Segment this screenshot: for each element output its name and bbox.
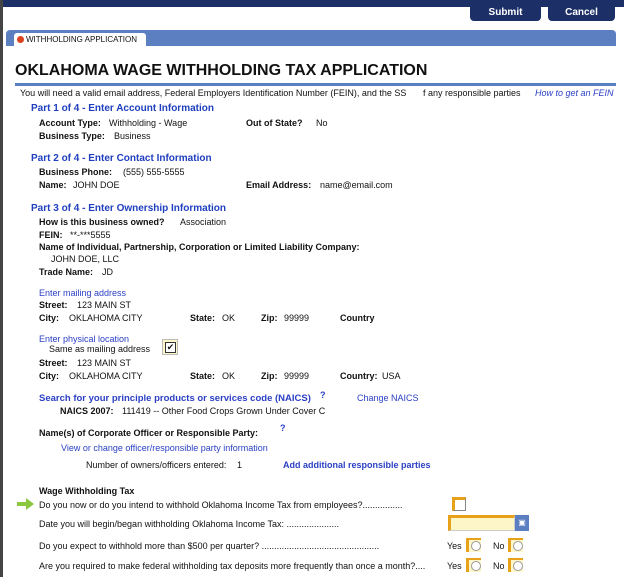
add-responsible-parties-link[interactable]: Add additional responsible parties (283, 460, 431, 470)
withhold-oklahoma-checkbox[interactable] (452, 497, 466, 511)
fein-label: FEIN: (39, 230, 63, 240)
mailing-state-value: OK (222, 313, 236, 323)
physical-state-value: OK (222, 371, 236, 381)
mailing-country-label: Country (340, 313, 375, 323)
wage-header: Wage Withholding Tax (39, 486, 135, 496)
submit-button[interactable]: Submit (470, 4, 541, 21)
out-of-state-value: No (316, 118, 328, 128)
trade-name-value: JD (102, 267, 113, 277)
calendar-icon[interactable]: ▣ (515, 515, 529, 531)
physical-state-label: State: (190, 371, 216, 381)
mailing-street-label: Street: (39, 300, 68, 310)
fein-help-link[interactable]: How to get an FEIN (535, 88, 614, 98)
same-as-mailing-label: Same as mailing address (49, 344, 151, 354)
intro-text-end: f any responsible parties (423, 88, 521, 98)
trade-name-label: Trade Name: (39, 267, 94, 277)
owners-count-label: Number of owners/officers entered: (86, 460, 227, 470)
physical-street-value: 123 MAIN ST (77, 358, 132, 368)
window-border (0, 0, 3, 577)
q-federal-deposits: Are you required to make federal withhol… (39, 561, 426, 571)
mailing-street-value: 123 MAIN ST (77, 300, 132, 310)
business-type-label: Business Type: (39, 131, 105, 141)
part3-header: Part 3 of 4 - Enter Ownership Informatio… (31, 203, 227, 214)
naics-help-icon[interactable]: ? (320, 390, 326, 400)
start-date-input[interactable] (448, 515, 515, 531)
contact-name-label: Name: (39, 180, 67, 190)
view-officer-link[interactable]: View or change officer/responsible party… (61, 443, 268, 453)
mailing-city-label: City: (39, 313, 59, 323)
entity-name-value: JOHN DOE, LLC (51, 254, 120, 264)
tab-label: WITHHOLDING APPLICATION (26, 35, 137, 44)
physical-street-label: Street: (39, 358, 68, 368)
physical-zip-label: Zip: (261, 371, 278, 381)
mailing-state-label: State: (190, 313, 216, 323)
out-of-state-label: Out of State? (246, 118, 303, 128)
enter-mailing-address-link[interactable]: Enter mailing address (39, 288, 126, 298)
federal-deposits-no-radio[interactable] (508, 558, 523, 572)
q-over-500: Do you expect to withhold more than $500… (39, 541, 380, 551)
same-as-mailing-checkbox[interactable]: ✔ (162, 339, 178, 355)
change-naics-link[interactable]: Change NAICS (357, 393, 419, 403)
business-type-value: Business (114, 131, 151, 141)
officer-help-icon[interactable]: ? (280, 423, 286, 433)
email-label: Email Address: (246, 180, 312, 190)
fein-value: **-***5555 (70, 230, 111, 240)
physical-country-label: Country: (340, 371, 378, 381)
owners-count-value: 1 (237, 460, 243, 470)
ownership-value: Association (180, 217, 227, 227)
part1-header: Part 1 of 4 - Enter Account Information (31, 103, 214, 114)
part2-header: Part 2 of 4 - Enter Contact Information (31, 153, 212, 164)
business-phone-value: (555) 555-5555 (123, 167, 185, 177)
q-start-date: Date you will begin/began withholding Ok… (39, 519, 339, 529)
tab-status-icon (17, 36, 24, 43)
mailing-city-value: OKLAHOMA CITY (69, 313, 143, 323)
physical-country-value: USA (382, 371, 401, 381)
naics-label: NAICS 2007: (60, 406, 114, 416)
intro-text: You will need a valid email address, Fed… (20, 88, 407, 98)
federal-deposits-no-label: No (493, 561, 505, 571)
ownership-label: How is this business owned? (39, 217, 165, 227)
account-type-value: Withholding - Wage (109, 118, 188, 128)
physical-city-value: OKLAHOMA CITY (69, 371, 143, 381)
account-type-label: Account Type: (39, 118, 101, 128)
federal-deposits-yes-label: Yes (447, 561, 462, 571)
checkmark-icon: ✔ (165, 342, 176, 353)
naics-search-link[interactable]: Search for your principle products or se… (39, 393, 311, 404)
officer-label: Name(s) of Corporate Officer or Responsi… (39, 428, 259, 438)
title-divider (15, 83, 616, 86)
mailing-zip-label: Zip: (261, 313, 278, 323)
cancel-button[interactable]: Cancel (548, 4, 615, 21)
physical-zip-value: 99999 (284, 371, 310, 381)
physical-city-label: City: (39, 371, 59, 381)
email-value: name@email.com (320, 180, 393, 190)
mailing-zip-value: 99999 (284, 313, 310, 323)
over-500-no-label: No (493, 541, 505, 551)
naics-value: 111419 -- Other Food Crops Grown Under C… (122, 406, 326, 416)
q-withhold-oklahoma: Do you now or do you intend to withhold … (39, 500, 403, 510)
business-phone-label: Business Phone: (39, 167, 113, 177)
over-500-no-radio[interactable] (508, 538, 523, 552)
page-title: OKLAHOMA WAGE WITHHOLDING TAX APPLICATIO… (15, 62, 428, 79)
over-500-yes-label: Yes (447, 541, 462, 551)
federal-deposits-yes-radio[interactable] (466, 558, 481, 572)
enter-physical-location-link[interactable]: Enter physical location (39, 334, 129, 344)
over-500-yes-radio[interactable] (466, 538, 481, 552)
current-question-arrow-icon (17, 498, 34, 512)
tab-withholding-application[interactable]: WITHHOLDING APPLICATION (14, 33, 146, 46)
entity-name-label: Name of Individual, Partnership, Corpora… (39, 242, 360, 252)
contact-name-value: JOHN DOE (73, 180, 120, 190)
